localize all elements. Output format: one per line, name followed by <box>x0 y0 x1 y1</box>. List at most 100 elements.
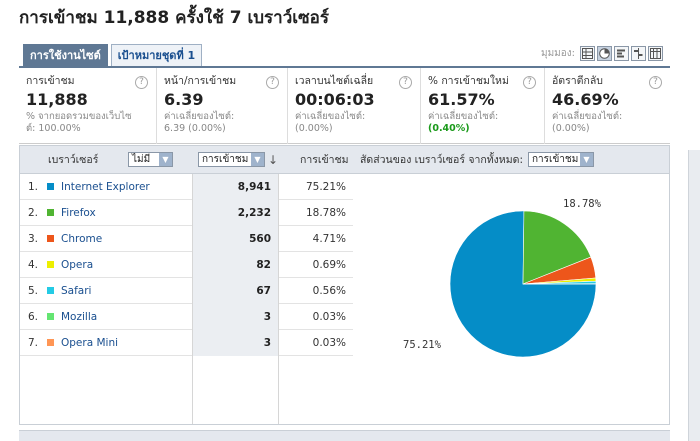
analytics-page: การเข้าชม 11,888 ครั้งใช้ 7 เบราว์เซอร์ … <box>0 0 700 441</box>
pie-label-ie: 75.21% <box>403 339 441 351</box>
table-row[interactable]: 2. Firefox 2,232 18.78% <box>20 200 353 226</box>
series-color-swatch <box>47 209 54 216</box>
metric-select[interactable]: การเข้าชม ▼ <box>198 152 265 167</box>
metric-sub: ค่าเฉลี่ยของไซต์: <box>164 111 235 122</box>
metric-sub: % จากยอดรวมของเว็บไซ <box>26 111 132 122</box>
row-rank: 7. <box>28 337 39 349</box>
visits-value: 3 <box>263 337 271 349</box>
metric-value: 11,888 <box>26 90 88 109</box>
table-row[interactable]: 4. Opera 82 0.69% <box>20 252 353 278</box>
table-row[interactable]: 6. Mozilla 3 0.03% <box>20 304 353 330</box>
visits-value: 8,941 <box>237 181 271 193</box>
visits-percent: 0.69% <box>312 259 346 271</box>
help-icon[interactable]: ? <box>135 76 148 89</box>
row-rank: 3. <box>28 233 39 245</box>
visits-percent: 4.71% <box>312 233 346 245</box>
pie-chart <box>449 210 597 358</box>
bar-view-icon[interactable] <box>614 46 630 61</box>
series-color-swatch <box>47 261 54 268</box>
visits-value: 2,232 <box>237 207 271 219</box>
visits-value: 67 <box>256 285 271 297</box>
row-rank: 2. <box>28 207 39 219</box>
metric-bounce-rate: อัตราตีกลับ 46.69% ค่าเฉลี่ยของไซต์: (0.… <box>545 68 670 144</box>
table-header: เบราว์เซอร์ ไม่มี ▼ การเข้าชม ▼ ↓ การเข้… <box>20 146 669 174</box>
browser-link[interactable]: Chrome <box>61 226 102 252</box>
series-color-swatch <box>47 235 54 242</box>
series-color-swatch <box>47 287 54 294</box>
help-icon[interactable]: ? <box>399 76 412 89</box>
metric-value: 61.57% <box>428 90 495 109</box>
filter-select[interactable]: ไม่มี ▼ <box>128 152 173 167</box>
browser-link[interactable]: Safari <box>61 278 91 304</box>
table-view-icon[interactable] <box>580 46 596 61</box>
chart-metric-select[interactable]: การเข้าชม ▼ <box>528 152 594 167</box>
row-rank: 6. <box>28 311 39 323</box>
help-icon[interactable]: ? <box>523 76 536 89</box>
pie-chart-panel: 18.78% 75.21% <box>353 174 669 424</box>
col-visits-header[interactable]: การเข้าชม <box>300 146 349 174</box>
col-browser-header[interactable]: เบราว์เซอร์ <box>48 146 98 174</box>
metric-visits: การเข้าชม 11,888 % จากยอดรวมของเว็บไซ ต์… <box>19 68 157 144</box>
scrollbar[interactable] <box>688 150 700 441</box>
browser-link[interactable]: Mozilla <box>61 304 97 330</box>
visits-percent: 75.21% <box>305 181 346 193</box>
metric-pages-per-visit: หน้า/การเข้าชม 6.39 ค่าเฉลี่ยของไซต์: 6.… <box>157 68 288 144</box>
metric-sub: ค่าเฉลี่ยของไซต์: <box>428 111 499 122</box>
metric-value: 6.39 <box>164 90 204 109</box>
column-divider <box>192 174 193 424</box>
pie-view-icon[interactable] <box>597 46 613 61</box>
table-row[interactable]: 7. Opera Mini 3 0.03% <box>20 330 353 356</box>
table-row[interactable]: 3. Chrome 560 4.71% <box>20 226 353 252</box>
metric-sub: ค่าเฉลี่ยของไซต์: <box>552 111 623 122</box>
visits-percent: 18.78% <box>305 207 346 219</box>
view-as-label: มุมมอง: <box>541 48 576 59</box>
browser-link[interactable]: Opera <box>61 252 93 278</box>
row-rank: 1. <box>28 181 39 193</box>
view-as-switcher: มุมมอง: <box>541 46 664 61</box>
metric-subval: (0.40%) <box>428 123 470 134</box>
filter-select-value: ไม่มี <box>132 154 151 165</box>
row-rank: 4. <box>28 259 39 271</box>
table-row[interactable]: 1. Internet Explorer 8,941 75.21% <box>20 174 353 200</box>
chevron-down-icon: ▼ <box>580 153 593 166</box>
column-divider <box>278 174 279 424</box>
series-color-swatch <box>47 313 54 320</box>
browser-link[interactable]: Opera Mini <box>61 330 118 356</box>
browser-table: เบราว์เซอร์ ไม่มี ▼ การเข้าชม ▼ ↓ การเข้… <box>19 145 670 425</box>
metric-subval: (0.00%) <box>552 123 590 134</box>
visits-value: 82 <box>256 259 271 271</box>
comparison-view-icon[interactable] <box>631 46 647 61</box>
row-rank: 5. <box>28 285 39 297</box>
metric-value: 46.69% <box>552 90 619 109</box>
tab-site-usage[interactable]: การใช้งานไซต์ <box>23 44 108 66</box>
visits-percent: 0.56% <box>312 285 346 297</box>
series-color-swatch <box>47 339 54 346</box>
help-icon[interactable]: ? <box>649 76 662 89</box>
metric-subval: ต์: 100.00% <box>26 123 81 134</box>
help-icon[interactable]: ? <box>266 76 279 89</box>
metric-subval: 6.39 (0.00%) <box>164 123 226 134</box>
visits-value: 3 <box>263 311 271 323</box>
table-row[interactable]: 5. Safari 67 0.56% <box>20 278 353 304</box>
metric-avg-time-on-site: เวลาบนไซต์เฉลี่ย 00:06:03 ค่าเฉลี่ยของไซ… <box>288 68 421 144</box>
browser-link[interactable]: Internet Explorer <box>61 174 150 200</box>
metrics-scorecard: การเข้าชม 11,888 % จากยอดรวมของเว็บไซ ต์… <box>19 68 670 144</box>
pivot-view-icon[interactable] <box>648 46 664 61</box>
visits-percent: 0.03% <box>312 311 346 323</box>
table-footer <box>19 430 670 441</box>
report-tabs: การใช้งานไซต์ เป้าหมายชุดที่ 1 <box>23 44 203 66</box>
series-color-swatch <box>47 183 54 190</box>
metric-select-value: การเข้าชม <box>202 154 249 165</box>
chart-select-value: การเข้าชม <box>532 154 579 165</box>
chart-caption: สัดส่วนของ เบราว์เซอร์ จากทั้งหมด: <box>360 154 523 166</box>
sort-desc-icon[interactable]: ↓ <box>268 146 278 174</box>
pie-label-firefox: 18.78% <box>563 198 601 210</box>
metric-value: 00:06:03 <box>295 90 375 109</box>
browser-link[interactable]: Firefox <box>61 200 96 226</box>
metric-subval: (0.00%) <box>295 123 333 134</box>
tab-goal-set-1[interactable]: เป้าหมายชุดที่ 1 <box>110 44 203 66</box>
visits-value: 560 <box>249 233 271 245</box>
metric-sub: ค่าเฉลี่ยของไซต์: <box>295 111 366 122</box>
chevron-down-icon: ▼ <box>159 153 172 166</box>
metric-new-visits: % การเข้าชมใหม่ 61.57% ค่าเฉลี่ยของไซต์:… <box>421 68 545 144</box>
